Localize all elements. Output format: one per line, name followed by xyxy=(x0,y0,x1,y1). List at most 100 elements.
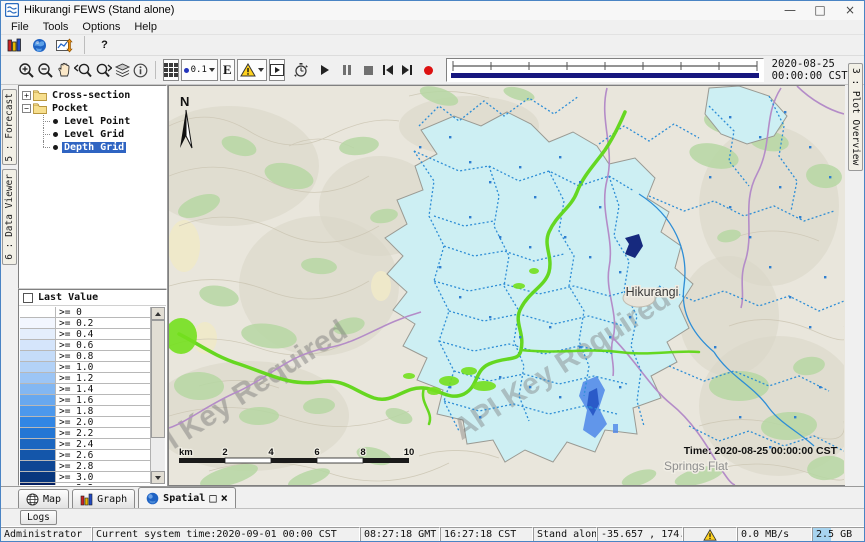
map-canvas[interactable]: API Key Required API Key Required xyxy=(169,86,844,485)
collapse-minus-icon[interactable]: − xyxy=(22,104,31,113)
legend-value-label: >= 1.2 xyxy=(56,373,150,383)
class-break-interval-dropdown[interactable]: 0.1 xyxy=(181,59,218,81)
scale-tick-label: 4 xyxy=(268,447,274,458)
minimize-icon[interactable]: — xyxy=(775,0,805,20)
menu-options[interactable]: Options xyxy=(75,21,127,33)
grid-display-button[interactable] xyxy=(163,59,179,81)
main-region: 5 : Forecast 6 : Data Viewer + Cross-sec… xyxy=(0,85,865,486)
tree-label: Level Grid xyxy=(62,129,126,140)
last-value-label: Last Value xyxy=(38,292,98,303)
legend-row[interactable]: >= 3.0 xyxy=(20,472,150,483)
tree-node-depth-grid[interactable]: Depth Grid xyxy=(22,141,166,154)
stop-button[interactable] xyxy=(362,60,375,81)
interval-value: 0.1 xyxy=(191,65,207,75)
tree-node-pocket[interactable]: − Pocket xyxy=(22,102,166,115)
legend-row[interactable]: >= 2.4 xyxy=(20,439,150,450)
animation-export-button[interactable] xyxy=(269,59,285,81)
legend-row[interactable]: >= 1.4 xyxy=(20,384,150,395)
tab-plot-overview[interactable]: 3 : Plot Overview xyxy=(848,63,863,171)
tree-node-level-grid[interactable]: Level Grid xyxy=(22,128,166,141)
last-value-checkbox[interactable] xyxy=(23,293,33,303)
time-slider-range-bar[interactable] xyxy=(451,73,759,78)
app-window: Hikurangi FEWS (Stand alone) — □ × File … xyxy=(0,0,865,542)
info-icon[interactable] xyxy=(133,60,148,81)
tab-graph[interactable]: Graph xyxy=(72,489,135,508)
legend-row[interactable]: >= 1.6 xyxy=(20,395,150,406)
legend-color-swatch xyxy=(20,329,56,339)
timeseries-chart-icon[interactable] xyxy=(54,35,75,56)
help-button[interactable]: ? xyxy=(94,35,115,56)
legend-row[interactable]: >= 0.8 xyxy=(20,351,150,362)
tab-data-viewer[interactable]: 6 : Data Viewer xyxy=(2,169,17,265)
status-warning-cell[interactable] xyxy=(683,527,737,542)
legend-color-swatch xyxy=(20,428,56,438)
pause-button[interactable] xyxy=(340,60,353,81)
legend-row[interactable]: >= 2.0 xyxy=(20,417,150,428)
legend-row[interactable]: >= 1.2 xyxy=(20,373,150,384)
play-button[interactable] xyxy=(319,60,332,81)
database-viewer-icon[interactable] xyxy=(4,35,25,56)
tab-maximize-icon[interactable]: □ xyxy=(209,493,216,503)
legend-value-label: >= 2.0 xyxy=(56,417,150,427)
record-button[interactable] xyxy=(422,60,435,81)
logs-button[interactable]: Logs xyxy=(20,510,57,525)
scroll-down-button[interactable] xyxy=(151,471,165,484)
legend-row[interactable]: >= 2.8 xyxy=(20,461,150,472)
expand-plus-icon[interactable]: + xyxy=(22,91,31,100)
scale-tick-label: 8 xyxy=(360,447,365,458)
menu-help[interactable]: Help xyxy=(127,21,164,33)
legend-row[interactable]: >= 1.0 xyxy=(20,362,150,373)
spatial-display-globe-icon[interactable] xyxy=(29,35,50,56)
first-frame-button[interactable] xyxy=(381,60,394,81)
legend-row[interactable]: >= 2.6 xyxy=(20,450,150,461)
time-slider[interactable] xyxy=(446,58,764,82)
last-frame-button[interactable] xyxy=(401,60,414,81)
legend-row[interactable]: >= 0.4 xyxy=(20,329,150,340)
tree-node-level-point[interactable]: Level Point xyxy=(22,115,166,128)
legend-row[interactable]: >= 1.8 xyxy=(20,406,150,417)
legend-row[interactable]: >= 0 xyxy=(20,307,150,318)
warning-threshold-dropdown[interactable] xyxy=(237,59,267,81)
menu-tools[interactable]: Tools xyxy=(36,21,76,33)
menu-file[interactable]: File xyxy=(4,21,36,33)
zoom-next-icon[interactable] xyxy=(94,60,112,81)
scale-bar-segments xyxy=(179,458,409,463)
scroll-up-button[interactable] xyxy=(151,307,165,320)
tab-map[interactable]: Map xyxy=(18,489,69,508)
tree-node-cross-section[interactable]: + Cross-section xyxy=(22,89,166,102)
folder-icon xyxy=(33,103,47,114)
legend-row[interactable]: >= 3.2 xyxy=(20,483,150,485)
tree-label-selected: Depth Grid xyxy=(62,142,126,153)
right-tab-strip: 3 : Plot Overview xyxy=(845,85,865,486)
legend-value-label: >= 0 xyxy=(56,307,150,317)
legend-color-swatch xyxy=(20,384,56,394)
legend-toggle-button[interactable]: E xyxy=(220,59,235,81)
legend-scrollbar[interactable] xyxy=(150,307,165,484)
compass-north-label: N xyxy=(180,94,189,109)
status-user: Administrator xyxy=(0,527,92,542)
tab-spatial[interactable]: Spatial □ × xyxy=(138,487,236,508)
close-icon[interactable]: × xyxy=(835,0,865,20)
legend-row[interactable]: >= 0.6 xyxy=(20,340,150,351)
legend-color-swatch xyxy=(20,362,56,372)
tree-label: Cross-section xyxy=(50,90,132,101)
legend-value-label: >= 0.2 xyxy=(56,318,150,328)
maximize-icon[interactable]: □ xyxy=(805,0,835,20)
zoom-previous-icon[interactable] xyxy=(74,60,92,81)
pan-hand-icon[interactable] xyxy=(56,60,72,81)
zoom-in-icon[interactable] xyxy=(18,60,35,81)
timer-settings-icon[interactable] xyxy=(293,60,309,81)
node-bullet-icon xyxy=(53,145,58,150)
scroll-thumb[interactable] xyxy=(151,320,165,438)
tab-close-icon[interactable]: × xyxy=(221,493,228,503)
legend-table-body: >= 0>= 0.2>= 0.4>= 0.6>= 0.8>= 1.0>= 1.2… xyxy=(20,307,150,485)
legend-value-label: >= 3.0 xyxy=(56,472,150,482)
legend-color-swatch xyxy=(20,307,56,317)
node-bullet-icon xyxy=(53,119,58,124)
zoom-out-icon[interactable] xyxy=(37,60,54,81)
tab-forecast[interactable]: 5 : Forecast xyxy=(2,89,17,165)
layers-icon[interactable] xyxy=(114,60,131,81)
legend-value-label: >= 3.2 xyxy=(56,483,150,485)
legend-row[interactable]: >= 0.2 xyxy=(20,318,150,329)
legend-row[interactable]: >= 2.2 xyxy=(20,428,150,439)
